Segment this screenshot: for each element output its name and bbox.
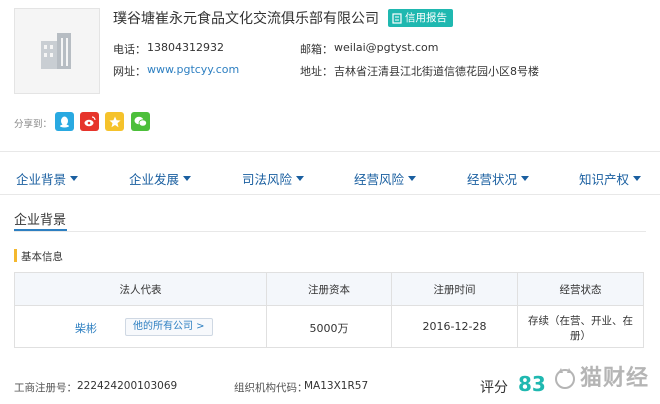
- credit-report-label: 信用报告: [405, 12, 447, 24]
- business-status-line2: 册）: [570, 330, 591, 342]
- nav-label: 企业发展: [129, 172, 180, 187]
- nav-label: 企业背景: [16, 172, 67, 187]
- credit-report-button[interactable]: 信用报告: [388, 9, 453, 27]
- weibo-icon: [84, 116, 96, 127]
- nav-enterprise-background[interactable]: 企业背景: [16, 169, 79, 188]
- org-code-value: MA13X1R57: [304, 380, 369, 392]
- caret-down-icon: [633, 176, 642, 181]
- reg-no-value: 222424200103069: [77, 380, 178, 392]
- header-status: 经营状态: [559, 284, 602, 296]
- website-label: 网址：: [113, 65, 146, 78]
- email-label: 邮箱：: [300, 43, 333, 56]
- caret-down-icon: [183, 176, 192, 181]
- section-divider: [14, 231, 646, 232]
- nav-divider: [0, 194, 660, 195]
- address-label: 地址：: [300, 65, 333, 78]
- score-label: 评分: [480, 380, 508, 396]
- nav-label: 经营风险: [354, 172, 405, 187]
- share-wechat-button[interactable]: [131, 112, 150, 131]
- caret-down-icon: [296, 176, 305, 181]
- basic-info-heading: 基本信息: [21, 251, 63, 263]
- header-reg-date: 注册时间: [433, 284, 476, 296]
- share-label: 分享到：: [14, 119, 53, 130]
- score-value: 83: [518, 372, 546, 396]
- nav-label: 司法风险: [242, 172, 293, 187]
- section-title: 企业背景: [14, 213, 67, 228]
- nav-enterprise-development[interactable]: 企业发展: [129, 169, 192, 188]
- star-icon: [108, 116, 121, 127]
- org-code-label: 组织机构代码：: [234, 382, 308, 394]
- header-divider: [0, 151, 660, 152]
- subhead-marker: [14, 249, 17, 262]
- reg-no-label: 工商注册号：: [14, 382, 77, 394]
- caret-down-icon: [521, 176, 530, 181]
- share-qzone-button[interactable]: [105, 112, 124, 131]
- registration-date: 2016-12-28: [422, 320, 487, 333]
- nav-label: 知识产权: [579, 172, 630, 187]
- email-value[interactable]: weilai@pgtyst.com: [334, 41, 439, 54]
- phone-value: 13804312932: [147, 41, 224, 54]
- basic-info-table: 法人代表 注册资本 注册时间 经营状态 柴彬 他的所有公司 > 5000万 20…: [14, 272, 644, 348]
- company-logo: [14, 8, 100, 94]
- watermark: 猫财经: [580, 366, 650, 391]
- share-qq-button[interactable]: [55, 112, 74, 131]
- caret-down-icon: [408, 176, 417, 181]
- website-link[interactable]: www.pgtcyy.com: [147, 63, 239, 76]
- address-value: 吉林省汪清县江北街道信德花园小区8号楼: [334, 65, 539, 78]
- share-weibo-button[interactable]: [80, 112, 99, 131]
- qq-icon: [60, 116, 69, 127]
- business-status-line1: 存续（在营、开业、在: [528, 315, 633, 327]
- legal-rep-link[interactable]: 柴彬: [75, 320, 97, 336]
- nav-intellectual-property[interactable]: 知识产权: [579, 169, 642, 188]
- building-icon: [41, 33, 71, 69]
- header-legal-rep: 法人代表: [119, 284, 162, 296]
- all-companies-button[interactable]: 他的所有公司 >: [125, 318, 213, 336]
- phone-label: 电话：: [113, 43, 146, 56]
- nav-operating-status[interactable]: 经营状况: [467, 169, 530, 188]
- nav-operating-risk[interactable]: 经营风险: [354, 169, 417, 188]
- report-icon: [392, 12, 402, 24]
- company-name: 璞谷塘崔永元食品文化交流俱乐部有限公司: [113, 11, 379, 27]
- nav-judicial-risk[interactable]: 司法风险: [242, 169, 305, 188]
- caret-down-icon: [70, 176, 79, 181]
- registered-capital: 5000万: [309, 322, 349, 335]
- cat-logo-icon: [555, 368, 575, 389]
- nav-label: 经营状况: [467, 172, 518, 187]
- header-capital: 注册资本: [308, 284, 350, 296]
- wechat-icon: [134, 116, 147, 127]
